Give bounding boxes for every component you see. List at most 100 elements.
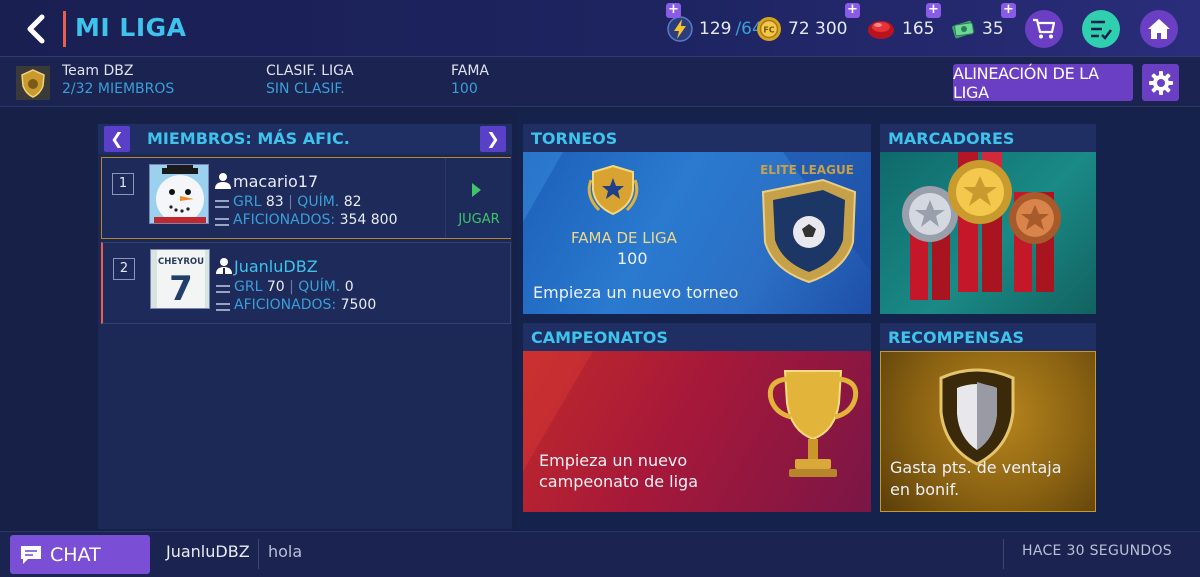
cash-counter[interactable]: 35	[950, 15, 1004, 43]
gems-counter[interactable]: 165	[866, 15, 934, 43]
add-cash-button[interactable]: +	[1001, 3, 1016, 18]
chat-bubble-icon	[21, 545, 41, 564]
energy-bolt-icon	[667, 16, 693, 42]
gems-value: 165	[902, 19, 935, 39]
add-coins-button[interactable]: +	[845, 3, 860, 18]
back-arrow-icon[interactable]	[22, 12, 50, 46]
medals-icon	[902, 152, 1061, 300]
jersey-avatar: CHEYROU 7	[150, 249, 210, 309]
grl-label: GRL	[233, 194, 262, 210]
chat-last-message: hola	[268, 542, 303, 561]
grl-label: GRL	[234, 279, 263, 295]
fame-label: FAMA	[451, 63, 490, 79]
energy-counter[interactable]: 129 /64	[667, 15, 763, 43]
top-bar: MI LIGA 129 /64 + FC 72 300 + 165 + 35 +	[0, 0, 1200, 57]
play-icon	[472, 183, 481, 197]
coin-icon: FC	[757, 17, 781, 41]
chem-label: QUÍM.	[297, 194, 340, 210]
league-modes-area: TORNEOS ELITE LEAGUE FAMA DE LIGA 100 Em…	[515, 110, 1200, 530]
league-fame-label: FAMA DE LIGA	[571, 229, 677, 247]
member-rank: 1	[112, 173, 134, 195]
fans-value: 354 800	[339, 212, 398, 228]
store-button[interactable]	[1025, 10, 1063, 48]
chem-value: 82	[343, 194, 362, 210]
member-row[interactable]: 2 CHEYROU 7 JuanluDBZ GRL 70 | QUÍM. 0 A…	[101, 242, 511, 324]
scoreboards-title: MARCADORES	[880, 124, 1096, 152]
gear-icon	[1148, 70, 1173, 95]
member-name: JuanluDBZ	[234, 257, 318, 276]
league-badge-icon[interactable]	[16, 66, 50, 100]
fame-shield-icon	[587, 164, 639, 216]
chat-divider	[258, 539, 259, 569]
team-name: Team DBZ	[62, 63, 134, 79]
tournaments-tile[interactable]: TORNEOS ELITE LEAGUE FAMA DE LIGA 100 Em…	[523, 124, 871, 314]
member-ratings: GRL 83 | QUÍM. 82	[233, 194, 362, 210]
fans-value: 7500	[340, 297, 377, 313]
fame-value: 100	[451, 81, 478, 97]
page-title: MI LIGA	[75, 13, 187, 42]
coins-value: 72 300	[788, 19, 848, 39]
play-button[interactable]: JUGAR	[445, 158, 511, 238]
add-gems-button[interactable]: +	[926, 3, 941, 18]
championships-banner: Empieza un nuevo campeonato de liga	[523, 351, 871, 512]
fans-label: AFICIONADOS:	[234, 297, 337, 313]
league-info-bar: Team DBZ 2/32 MIEMBROS CLASIF. LIGA SIN …	[0, 57, 1200, 107]
user-icon	[215, 173, 231, 189]
jersey-name: CHEYROU	[158, 257, 204, 267]
tournaments-title: TORNEOS	[523, 124, 871, 152]
members-header: ❮ MIEMBROS: MÁS AFIC. ❯	[98, 124, 512, 154]
chat-divider	[1003, 539, 1004, 569]
equal-icon	[215, 200, 229, 208]
chat-button-label: CHAT	[50, 543, 101, 566]
settings-button[interactable]	[1142, 64, 1179, 101]
add-energy-button[interactable]: +	[666, 3, 681, 18]
members-panel: ❮ MIEMBROS: MÁS AFIC. ❯ 1 macario17 GRL …	[98, 124, 512, 529]
jersey-number: 7	[169, 269, 193, 309]
members-prev-button[interactable]: ❮	[104, 126, 130, 152]
tournaments-banner: ELITE LEAGUE FAMA DE LIGA 100 Empieza un…	[523, 152, 871, 314]
league-lineup-button[interactable]: ALINEACIÓN DE LA LIGA	[953, 64, 1133, 102]
coins-counter[interactable]: FC 72 300	[756, 15, 847, 43]
member-rank: 2	[113, 258, 135, 280]
member-ratings: GRL 70 | QUÍM. 0	[234, 279, 354, 295]
championships-title: CAMPEONATOS	[523, 323, 871, 351]
shopping-cart-icon	[1033, 18, 1056, 39]
rewards-cta-line2: en bonif.	[890, 480, 960, 499]
tournaments-cta: Empieza un nuevo torneo	[533, 283, 739, 302]
member-name: macario17	[233, 172, 319, 191]
elite-league-text: ELITE LEAGUE	[760, 163, 854, 177]
grl-value: 70	[266, 279, 285, 295]
championships-cta-line2: campeonato de liga	[539, 472, 699, 491]
championships-tile[interactable]: CAMPEONATOS Empieza un nuevo campeonato …	[523, 323, 871, 512]
chat-timestamp: HACE 30 SEGUNDOS	[1022, 543, 1172, 559]
championships-cta-line1: Empieza un nuevo	[539, 451, 688, 470]
cash-icon	[952, 20, 975, 39]
checklist-icon	[1091, 20, 1112, 40]
cash-value: 35	[982, 19, 1004, 39]
medals-banner	[880, 152, 1096, 314]
play-label: JUGAR	[458, 212, 500, 227]
objectives-button[interactable]	[1082, 10, 1120, 48]
league-fame-value: 100	[617, 249, 648, 268]
home-button[interactable]	[1140, 10, 1178, 48]
chat-bar: CHAT JuanluDBZ hola HACE 30 SEGUNDOS	[0, 531, 1200, 577]
elite-league-badge	[761, 178, 857, 284]
rewards-tile[interactable]: RECOMPENSAS Gasta pts. de ventaja en bon…	[880, 323, 1096, 512]
rewards-banner: Gasta pts. de ventaja en bonif.	[880, 351, 1096, 512]
member-row[interactable]: 1 macario17 GRL 83 | QUÍM. 82 AFICIONADO…	[101, 157, 511, 239]
rewards-title: RECOMPENSAS	[880, 323, 1096, 351]
equal-icon	[216, 303, 230, 311]
member-fans: AFICIONADOS: 354 800	[233, 212, 398, 228]
members-count: 2/32 MIEMBROS	[62, 81, 175, 97]
user-icon	[216, 258, 232, 274]
members-next-button[interactable]: ❯	[480, 126, 506, 152]
chat-button[interactable]: CHAT	[10, 535, 150, 574]
members-title: MIEMBROS: MÁS AFIC.	[147, 129, 350, 148]
league-rank-label: CLASIF. LIGA	[266, 63, 354, 79]
equal-icon	[216, 285, 230, 293]
chem-label: QUÍM.	[298, 279, 341, 295]
grl-value: 83	[265, 194, 284, 210]
svg-text:FC: FC	[763, 26, 774, 35]
scoreboards-tile[interactable]: MARCADORES	[880, 124, 1096, 314]
energy-value: 129	[699, 19, 732, 39]
